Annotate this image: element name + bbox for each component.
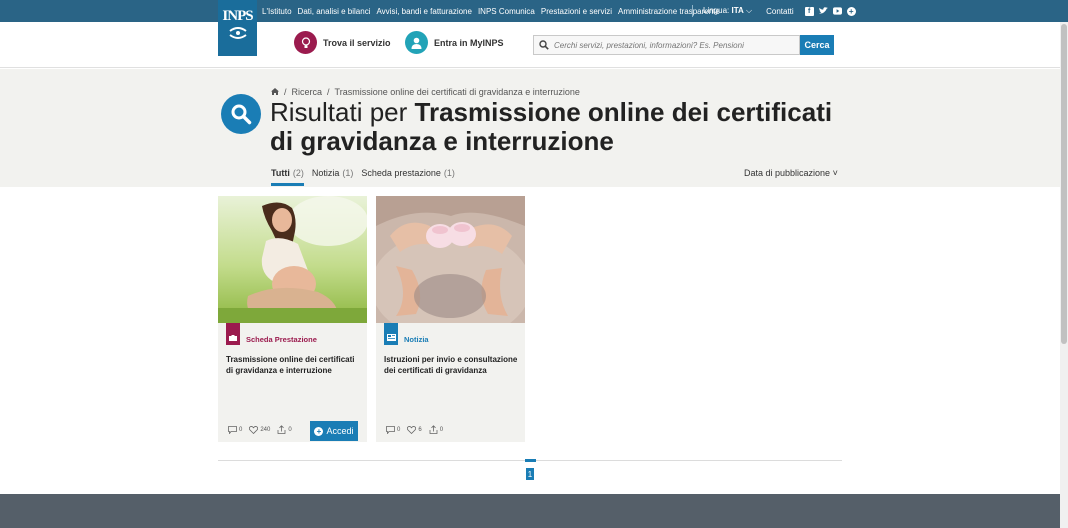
comments-stat[interactable]: 0 — [228, 425, 242, 434]
heart-icon — [249, 425, 259, 434]
search-input[interactable] — [554, 40, 794, 50]
likes-stat[interactable]: 240 — [249, 425, 270, 434]
sort-label: Data di pubblicazione — [744, 168, 831, 178]
page-number-button[interactable]: 1 — [526, 468, 534, 480]
user-icon — [405, 31, 428, 54]
breadcrumb: / Ricerca / Trasmissione online dei cert… — [271, 87, 585, 97]
trova-servizio-button[interactable]: Trova il servizio — [294, 31, 391, 54]
tab-tutti[interactable]: Tutti (2) — [271, 168, 304, 186]
header: Trova il servizio Entra in MyINPS Cerca — [0, 22, 1060, 68]
facebook-icon[interactable]: f — [804, 6, 814, 16]
likes-stat[interactable]: 6 — [407, 425, 422, 434]
page-title: Risultati per Trasmissione online dei ce… — [270, 98, 860, 156]
top-right: Lingua: ITA ⌵ Contatti f + — [692, 0, 856, 22]
chevron-down-icon: ˅ — [832, 168, 838, 178]
contatti-link[interactable]: Contatti — [766, 7, 794, 16]
myinps-label: Entra in MyINPS — [434, 37, 504, 48]
breadcrumb-current: Trasmissione online dei certificati di g… — [334, 87, 580, 97]
home-icon[interactable] — [271, 87, 279, 97]
language-label: Lingua: — [703, 6, 730, 15]
divider — [692, 5, 693, 17]
pregnant-woman-image[interactable] — [218, 196, 367, 323]
search-icon — [534, 40, 554, 50]
footer — [0, 494, 1060, 528]
breadcrumb-separator: / — [284, 87, 287, 97]
top-link-comunica[interactable]: INPS Comunica — [478, 7, 535, 16]
breadcrumb-ricerca[interactable]: Ricerca — [292, 87, 323, 97]
card-title[interactable]: Trasmissione online dei certificati di g… — [226, 354, 360, 376]
search-icon — [221, 94, 261, 134]
breadcrumb-separator: / — [327, 87, 330, 97]
sort-dropdown[interactable]: Data di pubblicazione ˅ — [744, 168, 838, 178]
notizia-icon — [384, 323, 398, 345]
accedi-button[interactable]: + Accedi — [310, 421, 358, 441]
myinps-button[interactable]: Entra in MyINPS — [405, 31, 504, 54]
share-icon — [429, 425, 438, 434]
language-selector[interactable]: Lingua: ITA ⌵ — [703, 6, 752, 16]
top-link-avvisi[interactable]: Avvisi, bandi e fatturazione — [376, 7, 471, 16]
comments-stat[interactable]: 0 — [386, 425, 400, 434]
top-link-istituto[interactable]: L'Istituto — [262, 7, 292, 16]
plus-circle-icon: + — [314, 426, 324, 436]
card-title[interactable]: Istruzioni per invio e consultazione dei… — [384, 354, 518, 376]
language-value: ITA — [731, 6, 744, 15]
search-box — [533, 35, 800, 55]
twitter-icon[interactable] — [818, 7, 828, 16]
shares-stat[interactable]: 0 — [277, 425, 292, 434]
trova-label: Trova il servizio — [323, 37, 391, 48]
scrollbar-thumb[interactable] — [1061, 24, 1067, 344]
top-link-prestazioni[interactable]: Prestazioni e servizi — [541, 7, 612, 16]
card-stats: 0 240 0 — [228, 425, 299, 434]
plus-icon[interactable]: + — [846, 6, 856, 16]
shares-stat[interactable]: 0 — [429, 425, 443, 434]
card-type: Notizia — [404, 335, 429, 344]
top-link-dati[interactable]: Dati, analisi e bilanci — [298, 7, 371, 16]
card-type: Scheda Prestazione — [246, 335, 317, 344]
result-tabs: Tutti (2) Notizia (1) Scheda prestazione (1… — [271, 168, 463, 186]
card-stats: 0 6 0 — [386, 425, 450, 434]
chevron-down-icon: ⌵ — [746, 6, 753, 15]
share-icon — [277, 425, 286, 434]
scheda-prestazione-icon — [226, 323, 240, 345]
heart-icon — [407, 425, 417, 434]
accedi-label: Accedi — [326, 426, 354, 436]
baby-shoes-image[interactable] — [376, 196, 525, 323]
tab-notizia[interactable]: Notizia (1) — [312, 168, 354, 186]
search-button[interactable]: Cerca — [800, 35, 834, 55]
comment-icon — [386, 425, 395, 434]
result-card[interactable]: Notizia Istruzioni per invio e consultaz… — [376, 196, 525, 442]
top-nav: L'Istituto Dati, analisi e bilanci Avvis… — [262, 0, 726, 22]
youtube-icon[interactable] — [832, 7, 842, 16]
comment-icon — [228, 425, 237, 434]
pagination-indicator — [525, 459, 536, 462]
results-header: / Ricerca / Trasmissione online dei cert… — [0, 69, 1060, 187]
title-prefix: Risultati per — [270, 97, 415, 127]
lightbulb-icon — [294, 31, 317, 54]
tab-scheda-prestazione[interactable]: Scheda prestazione (1) — [361, 168, 455, 186]
result-card[interactable]: Scheda Prestazione Trasmissione online d… — [218, 196, 367, 442]
